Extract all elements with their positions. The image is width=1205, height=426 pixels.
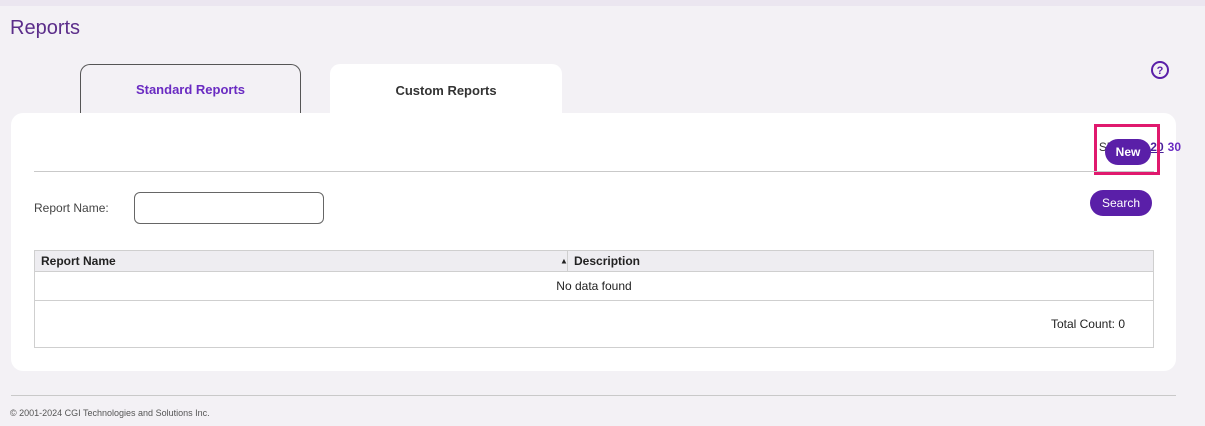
highlight-box — [1094, 124, 1160, 175]
table-header-row: Report Name ▲ Description — [34, 250, 1154, 272]
tab-label: Custom Reports — [395, 82, 497, 98]
search-button[interactable]: Search — [1090, 190, 1152, 216]
sort-asc-icon: ▲ — [560, 256, 568, 266]
page-size-30[interactable]: 30 — [1168, 140, 1181, 154]
empty-message: No data found — [34, 271, 1154, 301]
svg-text:?: ? — [1157, 65, 1164, 77]
help-circle-icon[interactable]: ? — [1150, 60, 1170, 80]
table-footer-row: Total Count: 0 — [34, 300, 1154, 348]
tab-label: Standard Reports — [135, 81, 246, 97]
report-name-label: Report Name: — [34, 201, 109, 215]
column-header-report-name[interactable]: Report Name — [34, 250, 568, 272]
tab-custom-reports[interactable]: Custom Reports — [330, 64, 562, 116]
footer-divider — [11, 395, 1176, 396]
total-count: Total Count: 0 — [34, 300, 1154, 348]
page-title: Reports — [10, 17, 81, 39]
top-strip — [0, 0, 1205, 6]
report-name-input[interactable] — [134, 192, 324, 224]
divider — [34, 171, 1154, 172]
copyright-text: © 2001-2024 CGI Technologies and Solutio… — [10, 408, 210, 418]
column-header-description[interactable]: ▲ Description — [560, 250, 1154, 272]
reports-table: Report Name ▲ Description No data found … — [34, 250, 1154, 348]
table-row: No data found — [34, 271, 1154, 301]
tab-standard-reports[interactable]: Standard Reports — [80, 64, 301, 113]
